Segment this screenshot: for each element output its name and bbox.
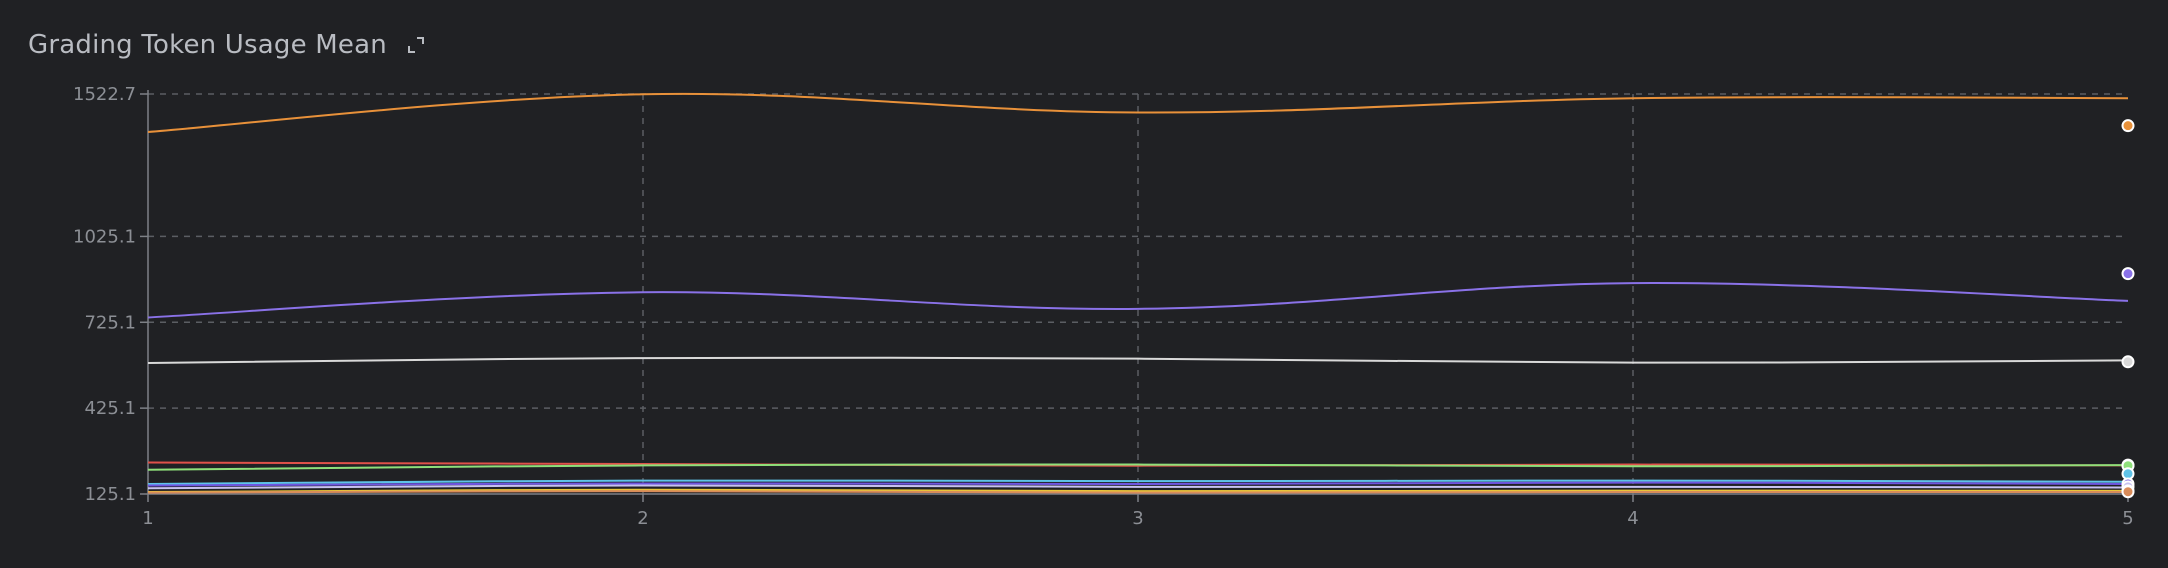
y-tick-label: 1025.1 [73,226,136,247]
x-tick-label: 4 [1627,508,1638,529]
series-end-marker [2121,485,2135,499]
chart-panel: Grading Token Usage Mean 125.1 425.1 725.1… [0,0,2168,568]
x-tick-label: 3 [1132,508,1143,529]
series-line [147,484,2129,490]
x-tick-label: 2 [637,508,648,529]
marker-layer [2121,119,2135,499]
y-tick-label: 125.1 [84,484,136,505]
series-end-marker [2121,119,2135,133]
y-tick-label: 425.1 [84,398,136,419]
y-tick-label: 1522.7 [73,84,136,105]
series-end-marker [2121,267,2135,281]
series-end-marker [2121,355,2135,369]
line-chart: 125.1 425.1 725.1 1025.1 1522.7 1 2 3 4 5 [73,84,2135,529]
x-tick-label: 1 [142,508,153,529]
y-tick-label: 725.1 [84,312,136,333]
x-tick-label: 5 [2122,508,2133,529]
grid-layer [148,93,2128,494]
